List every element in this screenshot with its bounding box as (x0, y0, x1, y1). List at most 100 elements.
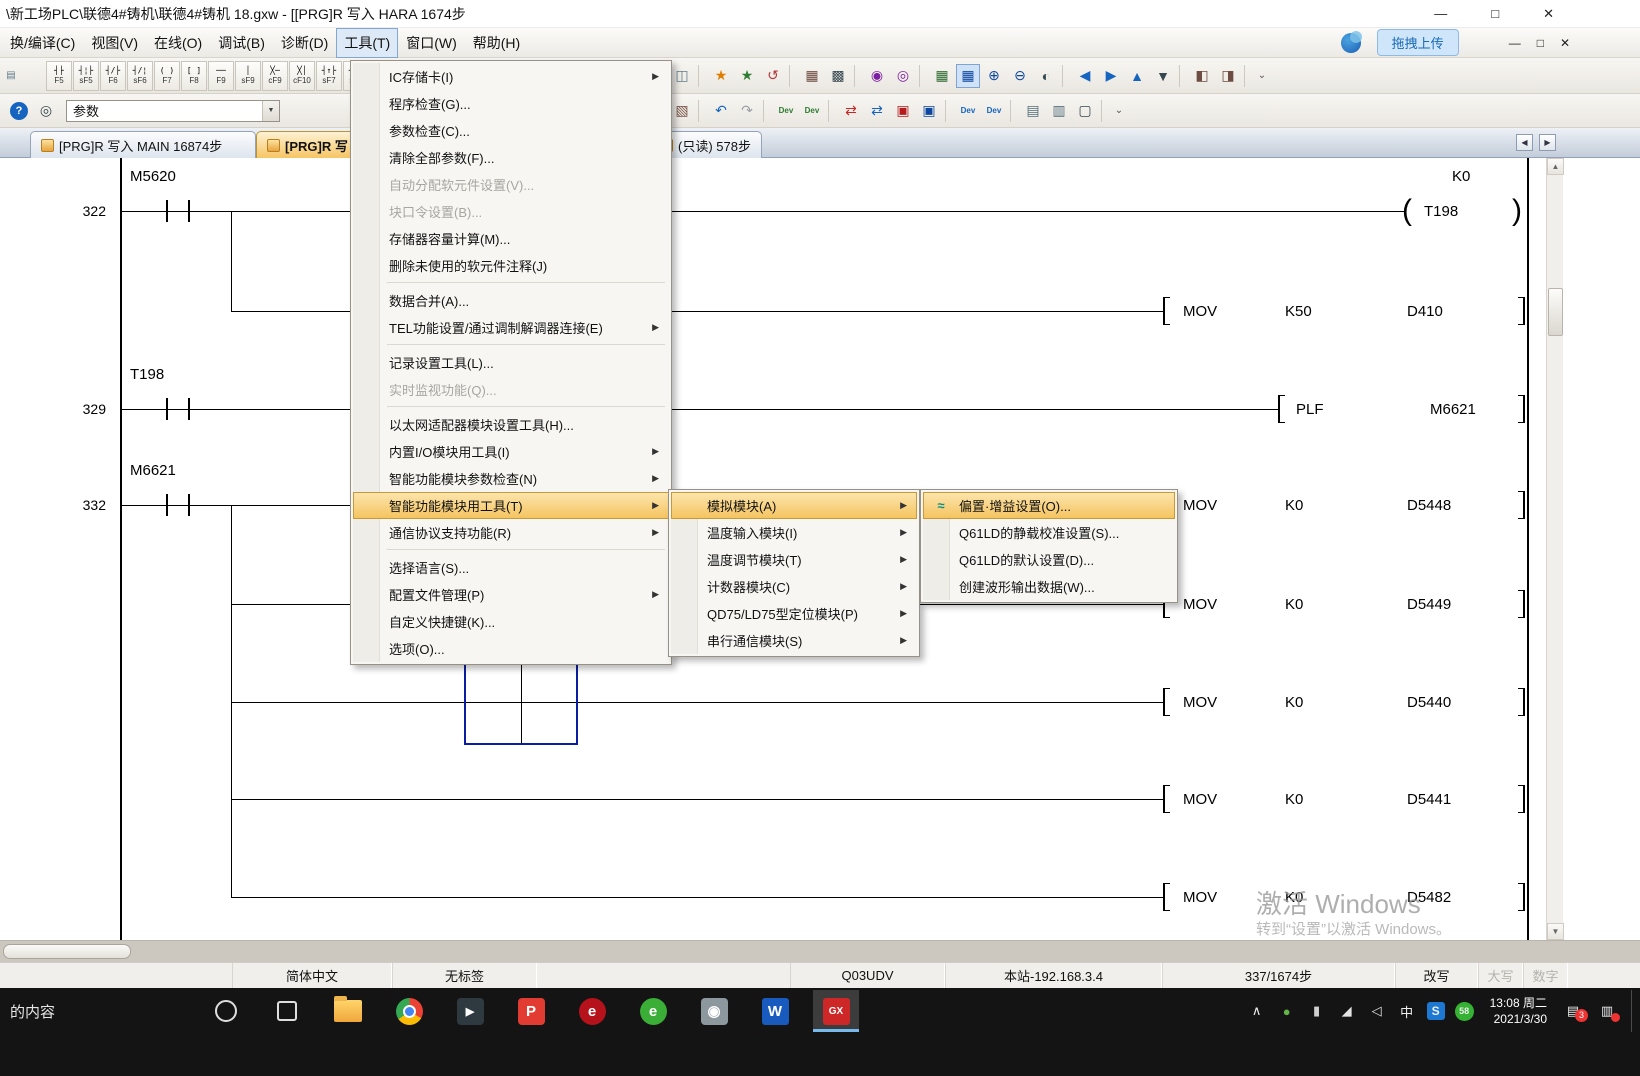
toolbar-icon[interactable] (854, 65, 861, 87)
write-mode-icon[interactable]: ▦ (930, 64, 954, 88)
menu-command[interactable]: 配置文件管理(P) ▶ (353, 581, 669, 608)
menu-command[interactable] (353, 279, 669, 287)
ladder-symbol-button[interactable]: ( ) F7 (154, 61, 180, 91)
menu-command[interactable]: 内置I/O模块用工具(I) ▶ (353, 438, 669, 465)
menu-command[interactable]: 程序检查(G)... (353, 90, 669, 117)
toolbar-icon[interactable] (1101, 100, 1108, 122)
ladder-symbol-button[interactable]: ── F9 (208, 61, 234, 91)
drag-upload-button[interactable]: 拖拽上传 (1377, 29, 1459, 56)
menu-bar-item[interactable]: 调试(B) (210, 28, 273, 58)
instruction-op[interactable]: MOV (1183, 694, 1217, 711)
menu-command[interactable] (353, 403, 669, 411)
minimize-button[interactable]: — (1434, 6, 1447, 22)
next-device-icon[interactable]: ▼ (1151, 64, 1175, 88)
redo-icon[interactable]: ↷ (735, 99, 759, 123)
menu-command[interactable]: 参数检查(C)... (353, 117, 669, 144)
parameter-combo[interactable]: 参数 ▼ (66, 100, 280, 122)
device-display-icon[interactable]: Dev (774, 99, 798, 123)
coil-device-label[interactable]: T198 (1424, 203, 1458, 220)
child-close-button[interactable]: ✕ (1560, 36, 1570, 50)
program-list-icon[interactable]: ▥ (1047, 99, 1071, 123)
menu-command[interactable]: 实时监视功能(Q)... (353, 376, 669, 403)
menu-command[interactable]: 以太网适配器模块设置工具(H)... (353, 411, 669, 438)
device-display-off-icon[interactable]: Dev (800, 99, 824, 123)
prev-window-icon[interactable]: ◀ (1073, 64, 1097, 88)
ladder-symbol-button[interactable]: ┤├ F5 (46, 61, 72, 91)
capture-tool-icon[interactable]: ◉ (691, 990, 737, 1032)
menu-command[interactable]: Q61LD的默认设置(D)... (923, 546, 1175, 573)
device-list-icon[interactable]: ◎ (891, 64, 915, 88)
menu-command[interactable]: 温度输入模块(I) ▶ (671, 519, 917, 546)
toolbar-lead-icon[interactable]: ▤ (4, 64, 18, 88)
menu-command[interactable]: 自动分配软元件设置(V)... (353, 171, 669, 198)
instruction-op[interactable]: MOV (1183, 497, 1217, 514)
toolbar-overflow-icon[interactable]: ⌄ (1255, 64, 1269, 88)
search-box-text[interactable]: 的内容 (4, 1001, 55, 1022)
ladder-symbol-button[interactable]: ╳│ cF10 (289, 61, 315, 91)
task-view-icon[interactable] (264, 990, 310, 1032)
maximize-button[interactable]: □ (1491, 6, 1499, 22)
menu-command[interactable]: IC存储卡(I) ▶ (353, 63, 669, 90)
show-desktop-button[interactable] (1631, 990, 1636, 1032)
toolbar-icon[interactable] (1062, 65, 1069, 87)
menu-command[interactable]: 创建波形输出数据(W)... (923, 573, 1175, 600)
menu-command[interactable] (353, 546, 669, 554)
ladder-symbol-button[interactable]: ┤↑├ sF7 (316, 61, 342, 91)
menu-command[interactable]: 温度调节模块(T) ▶ (671, 546, 917, 573)
ladder-symbol-button[interactable]: [ ] F8 (181, 61, 207, 91)
prev-device-icon[interactable]: ▲ (1125, 64, 1149, 88)
browser-app-icon[interactable]: e (569, 990, 615, 1032)
zoom-out-icon[interactable]: ⊖ (1008, 64, 1032, 88)
zoom-in-icon[interactable]: ⊕ (982, 64, 1006, 88)
toolbar-icon[interactable] (945, 100, 952, 122)
scroll-down-icon[interactable]: ▼ (1547, 923, 1564, 940)
word-icon[interactable]: W (752, 990, 798, 1032)
battery-icon[interactable]: ▮ (1307, 1003, 1327, 1019)
combo-dropdown-icon[interactable]: ▼ (262, 101, 279, 121)
toolbar-icon[interactable] (1010, 100, 1017, 122)
volume-icon[interactable]: ◁ (1367, 1003, 1387, 1019)
register-favorites-icon[interactable]: ★ (735, 64, 759, 88)
next-window-icon[interactable]: ▶ (1099, 64, 1123, 88)
ime-language-icon[interactable]: 中 (1397, 1002, 1417, 1021)
network-icon[interactable]: ◢ (1337, 1003, 1357, 1019)
toolbar-overflow-icon[interactable]: ⌄ (1112, 99, 1126, 123)
ladder-symbol-button[interactable]: │ sF9 (235, 61, 261, 91)
menu-bar-item[interactable]: 换/编译(C) (2, 28, 83, 58)
menu-command[interactable]: 记录设置工具(L)... (353, 349, 669, 376)
cross-reference-icon[interactable]: ◉ (865, 64, 889, 88)
monitor-mode-icon[interactable]: ▦ (956, 64, 980, 88)
ladder-symbol-button[interactable]: ┤/¦ sF6 (127, 61, 153, 91)
contact-symbol[interactable] (166, 398, 168, 420)
security-tray-icon[interactable]: ● (1277, 1004, 1297, 1019)
instruction-op[interactable]: MOV (1183, 791, 1217, 808)
menu-command[interactable]: 模拟模块(A) ▶ (671, 492, 917, 519)
vertical-scroll-thumb[interactable] (1548, 288, 1563, 336)
vertical-scrollbar[interactable]: ▲ ▼ (1546, 158, 1563, 940)
chrome-icon[interactable] (386, 990, 432, 1032)
document-tab[interactable]: [PRG]R 写入 MAIN 16874步 (30, 131, 256, 158)
toolbar-icon[interactable] (789, 65, 796, 87)
menu-bar-item[interactable]: 在线(O) (146, 28, 210, 58)
hidden-icons-chevron[interactable]: ∧ (1247, 1003, 1267, 1019)
display-screen-icon[interactable]: ▢ (1073, 99, 1097, 123)
verify-with-plc-icon[interactable]: ▣ (891, 99, 915, 123)
menu-command[interactable]: 存储器容量计算(M)... (353, 225, 669, 252)
write-to-plc-icon[interactable]: ⇄ (839, 99, 863, 123)
window-split-icon[interactable]: ◫ (670, 64, 694, 88)
menu-command[interactable]: 计数器模块(C) ▶ (671, 573, 917, 600)
menu-command[interactable]: Q61LD的静载校准设置(S)... (923, 519, 1175, 546)
ladder-symbol-button[interactable]: ╳─ cF9 (262, 61, 288, 91)
undo-icon[interactable]: ↶ (709, 99, 733, 123)
favorites-icon[interactable]: ★ (709, 64, 733, 88)
menu-command[interactable]: 块口令设置(B)... (353, 198, 669, 225)
ladder-symbol-button[interactable]: ┤¦├ sF5 (73, 61, 99, 91)
tab-scroll-right-icon[interactable]: ▶ (1539, 134, 1556, 151)
gx-works2-icon[interactable]: GX (813, 990, 859, 1032)
device-memory-icon[interactable]: ▦ (800, 64, 824, 88)
menu-command[interactable]: QD75/LD75型定位模块(P) ▶ (671, 600, 917, 627)
change-module-icon[interactable]: ▧ (670, 99, 694, 123)
scroll-up-icon[interactable]: ▲ (1547, 158, 1564, 175)
menu-command[interactable]: 智能功能模块用工具(T) ▶ (353, 492, 669, 519)
menu-bar-item[interactable]: 视图(V) (83, 28, 146, 58)
